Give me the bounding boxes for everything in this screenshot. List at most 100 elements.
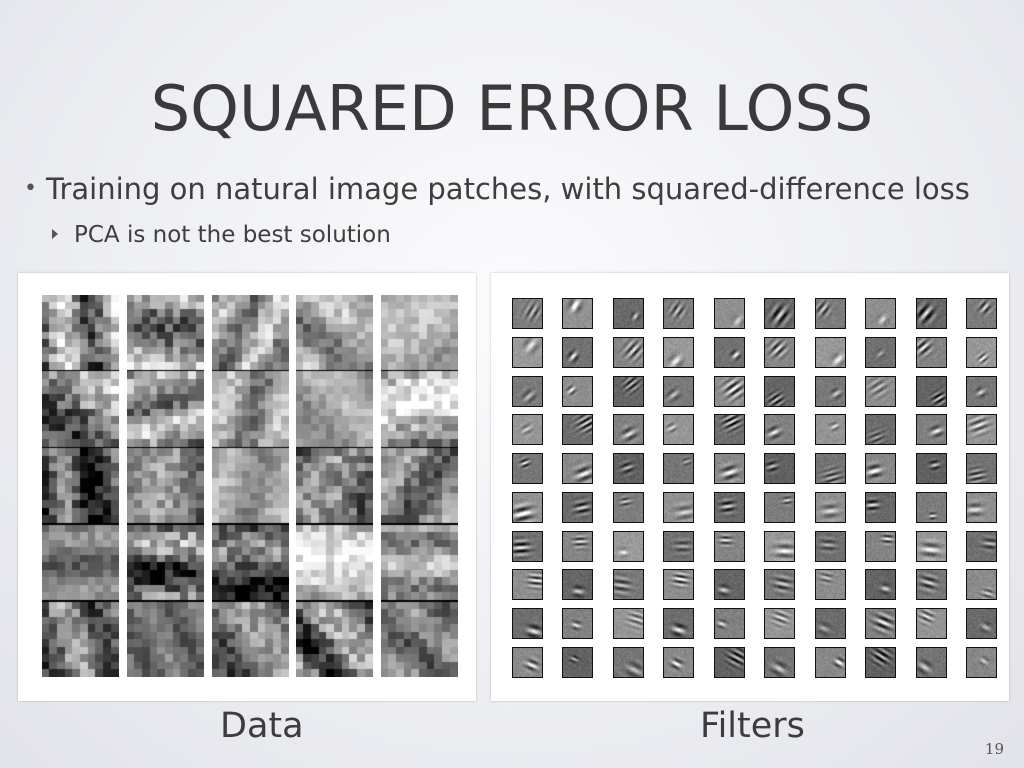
filter-tile (966, 608, 997, 639)
filter-tile (865, 608, 896, 639)
filter-tile (512, 376, 543, 407)
filter-tile (562, 453, 593, 484)
filter-tile (613, 376, 644, 407)
filter-tile (966, 569, 997, 600)
data-caption: Data (220, 706, 304, 746)
triangle-right-icon (52, 229, 58, 239)
filter-tile (815, 531, 846, 562)
filter-tile (562, 376, 593, 407)
filters-figure-panel (491, 273, 1009, 701)
page-number: 19 (984, 740, 1004, 758)
filter-tile (865, 298, 896, 329)
filter-tile (865, 492, 896, 523)
filter-tile-grid (512, 298, 997, 678)
data-patch-column (212, 295, 289, 677)
filter-tile (512, 492, 543, 523)
filter-tile (714, 569, 745, 600)
filter-tile (764, 569, 795, 600)
filter-tile (764, 376, 795, 407)
bullet-text: Training on natural image patches, with … (46, 172, 970, 206)
filter-tile (916, 647, 947, 678)
filter-tile (916, 298, 947, 329)
filter-tile (613, 492, 644, 523)
filter-tile (613, 531, 644, 562)
filter-tile (512, 337, 543, 368)
filter-tile (714, 608, 745, 639)
filter-tile (764, 647, 795, 678)
filter-tile (562, 569, 593, 600)
filter-tile (865, 337, 896, 368)
filter-tile (916, 569, 947, 600)
filter-tile (764, 414, 795, 445)
filter-tile (512, 453, 543, 484)
filter-tile (764, 298, 795, 329)
filter-tile (714, 376, 745, 407)
filter-tile (916, 608, 947, 639)
filter-tile (613, 608, 644, 639)
slide-title: SQUARED ERROR LOSS (150, 72, 874, 145)
filter-tile (562, 414, 593, 445)
filter-tile (865, 376, 896, 407)
filter-tile (613, 414, 644, 445)
filter-tile (815, 376, 846, 407)
sub-bullet-item: PCA is not the best solution (52, 222, 391, 248)
filter-tile (562, 492, 593, 523)
filter-tile (966, 414, 997, 445)
filter-tile (562, 337, 593, 368)
bullet-item: • Training on natural image patches, with… (24, 172, 970, 206)
filter-tile (613, 569, 644, 600)
bullet-dot-icon: • (24, 176, 37, 201)
data-patch-column (42, 295, 119, 677)
filter-tile (916, 531, 947, 562)
filter-tile (916, 337, 947, 368)
filter-tile (663, 376, 694, 407)
filter-tile (714, 414, 745, 445)
filter-tile (613, 453, 644, 484)
filter-tile (714, 337, 745, 368)
filters-caption: Filters (700, 706, 805, 746)
filter-tile (562, 647, 593, 678)
filter-tile (663, 531, 694, 562)
filter-tile (714, 492, 745, 523)
filter-tile (512, 608, 543, 639)
filter-tile (663, 492, 694, 523)
filter-tile (815, 647, 846, 678)
filter-tile (613, 647, 644, 678)
filter-tile (916, 376, 947, 407)
filter-tile (916, 414, 947, 445)
filter-tile (815, 569, 846, 600)
filter-tile (764, 608, 795, 639)
data-patch-grid (42, 295, 458, 677)
filter-tile (865, 569, 896, 600)
filter-tile (916, 453, 947, 484)
filter-tile (815, 337, 846, 368)
filter-tile (815, 608, 846, 639)
filter-tile (512, 298, 543, 329)
filter-tile (815, 414, 846, 445)
filter-tile (562, 531, 593, 562)
filter-tile (512, 569, 543, 600)
filter-tile (663, 414, 694, 445)
filter-tile (865, 647, 896, 678)
filter-tile (663, 453, 694, 484)
sub-bullet-text: PCA is not the best solution (74, 222, 391, 248)
filter-tile (764, 531, 795, 562)
filter-tile (714, 298, 745, 329)
filter-tile (663, 647, 694, 678)
filter-tile (512, 647, 543, 678)
filter-tile (714, 531, 745, 562)
filter-tile (966, 337, 997, 368)
filter-tile (916, 492, 947, 523)
filter-tile (562, 608, 593, 639)
data-figure-panel (18, 273, 476, 701)
filter-tile (815, 492, 846, 523)
filter-tile (966, 531, 997, 562)
filter-tile (966, 453, 997, 484)
filter-tile (663, 569, 694, 600)
filter-tile (663, 608, 694, 639)
filter-tile (663, 298, 694, 329)
filter-tile (966, 376, 997, 407)
filter-tile (714, 453, 745, 484)
filter-tile (865, 414, 896, 445)
filter-tile (865, 453, 896, 484)
